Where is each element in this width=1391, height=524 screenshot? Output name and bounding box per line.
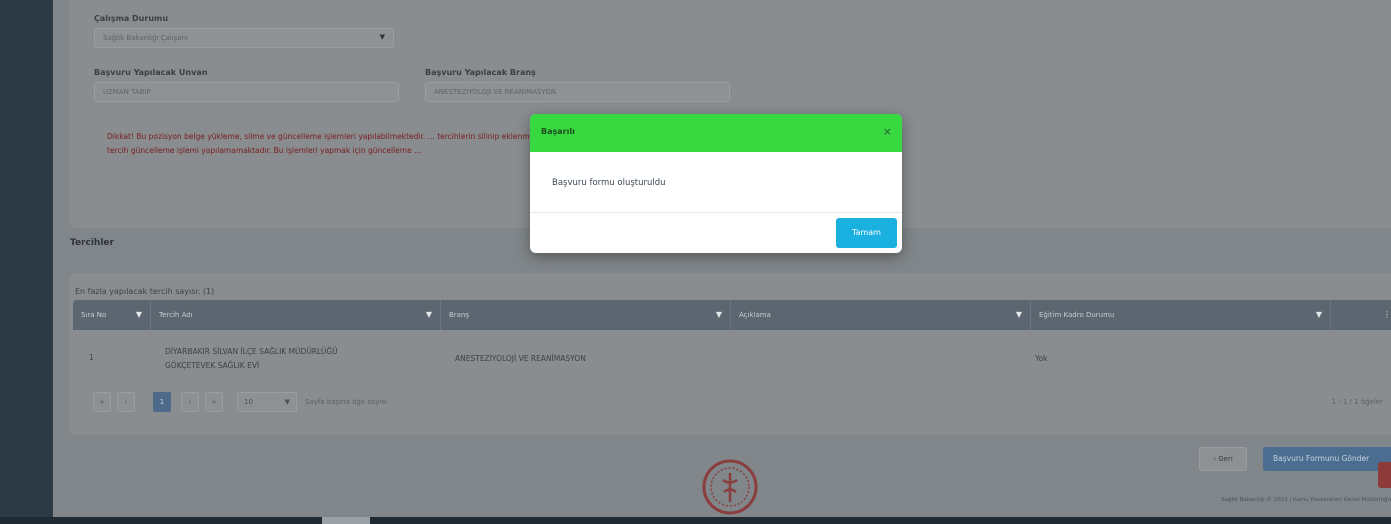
chevron-down-icon: ▼ bbox=[379, 33, 385, 41]
preferences-title: Tercihler bbox=[70, 238, 114, 248]
footer-copyright: Sağlık Bakanlığı © 2023 | Kamu Hastanele… bbox=[1221, 497, 1391, 503]
filter-icon[interactable]: ▼ bbox=[1316, 310, 1322, 319]
close-icon[interactable]: × bbox=[883, 125, 892, 138]
next-page-button[interactable]: › bbox=[181, 392, 199, 412]
branch-field[interactable]: ANESTEZİYOLOJİ VE REANİMASYON bbox=[425, 82, 730, 102]
preferences-card: En fazla yapılacak tercih sayısı: (1) Sı… bbox=[69, 273, 1391, 435]
item-range: 1 - 1 / 1 öğeler bbox=[1331, 398, 1383, 406]
main-content: Çalışma Durumu Sağlık Bakanlığı Çalışanı… bbox=[53, 0, 1391, 517]
column-header-name[interactable]: Tercih Adı ▼ bbox=[151, 300, 441, 330]
page-size-select[interactable]: 10 ▼ bbox=[237, 392, 297, 412]
prev-page-button[interactable]: ‹ bbox=[117, 392, 135, 412]
row-name-line-2: GÖKÇETEVEK SAĞLIK EVİ bbox=[165, 361, 260, 370]
success-dialog: Başarılı × Başvuru formu oluşturuldu Tam… bbox=[530, 114, 902, 253]
work-status-value: Sağlık Bakanlığı Çalışanı bbox=[103, 34, 188, 42]
column-menu[interactable]: ⋮ bbox=[1331, 300, 1391, 330]
work-status-select[interactable]: Sağlık Bakanlığı Çalışanı ▼ bbox=[94, 28, 394, 48]
dialog-title: Başarılı bbox=[541, 127, 575, 136]
back-button[interactable]: ‹ Geri bbox=[1199, 447, 1247, 471]
chevron-down-icon: ▼ bbox=[284, 398, 290, 406]
current-page-button[interactable]: 1 bbox=[153, 392, 171, 412]
dialog-divider bbox=[530, 212, 902, 213]
row-no: 1 bbox=[89, 353, 94, 362]
column-header-branch[interactable]: Branş ▼ bbox=[441, 300, 731, 330]
dialog-message: Başvuru formu oluşturuldu bbox=[552, 178, 666, 188]
submit-application-button[interactable]: Başvuru Formunu Gönder bbox=[1263, 447, 1391, 471]
max-preference-note: En fazla yapılacak tercih sayısı: (1) bbox=[75, 287, 215, 296]
table-header: Sıra No ▼ Tercih Adı ▼ Branş ▼ Açıklama … bbox=[73, 300, 1391, 330]
filter-icon[interactable]: ▼ bbox=[716, 310, 722, 319]
more-icon[interactable]: ⋮ bbox=[1383, 310, 1391, 319]
filter-icon[interactable]: ▼ bbox=[426, 310, 432, 319]
title-label: Başvuru Yapılacak Unvan bbox=[94, 68, 208, 77]
last-page-button[interactable]: » bbox=[205, 392, 223, 412]
page-size-label: Sayfa başına öğe sayısı bbox=[305, 398, 388, 406]
row-name-line-1: DİYARBAKIR SİLVAN İLÇE SAĞLIK MÜDÜRLÜĞÜ bbox=[165, 347, 338, 356]
dialog-header: Başarılı × bbox=[530, 114, 902, 152]
column-header-status[interactable]: Eğitim Kadro Durumu ▼ bbox=[1031, 300, 1331, 330]
ministry-logo bbox=[702, 459, 758, 515]
row-status: Yok bbox=[1035, 354, 1048, 363]
row-branch: ANESTEZİYOLOJİ VE REANİMASYON bbox=[455, 354, 586, 363]
title-field[interactable]: UZMAN TABİP bbox=[94, 82, 399, 102]
ok-button[interactable]: Tamam bbox=[836, 218, 897, 248]
floating-action-button[interactable] bbox=[1378, 462, 1391, 488]
filter-icon[interactable]: ▼ bbox=[1016, 310, 1022, 319]
column-header-description[interactable]: Açıklama ▼ bbox=[731, 300, 1031, 330]
first-page-button[interactable]: « bbox=[93, 392, 111, 412]
taskbar-indicator bbox=[322, 517, 370, 524]
column-header-no[interactable]: Sıra No ▼ bbox=[73, 300, 151, 330]
filter-icon[interactable]: ▼ bbox=[136, 310, 142, 319]
sidebar bbox=[0, 0, 53, 524]
work-status-label: Çalışma Durumu bbox=[94, 14, 169, 23]
taskbar bbox=[0, 517, 1391, 524]
branch-label: Başvuru Yapılacak Branş bbox=[425, 68, 536, 77]
